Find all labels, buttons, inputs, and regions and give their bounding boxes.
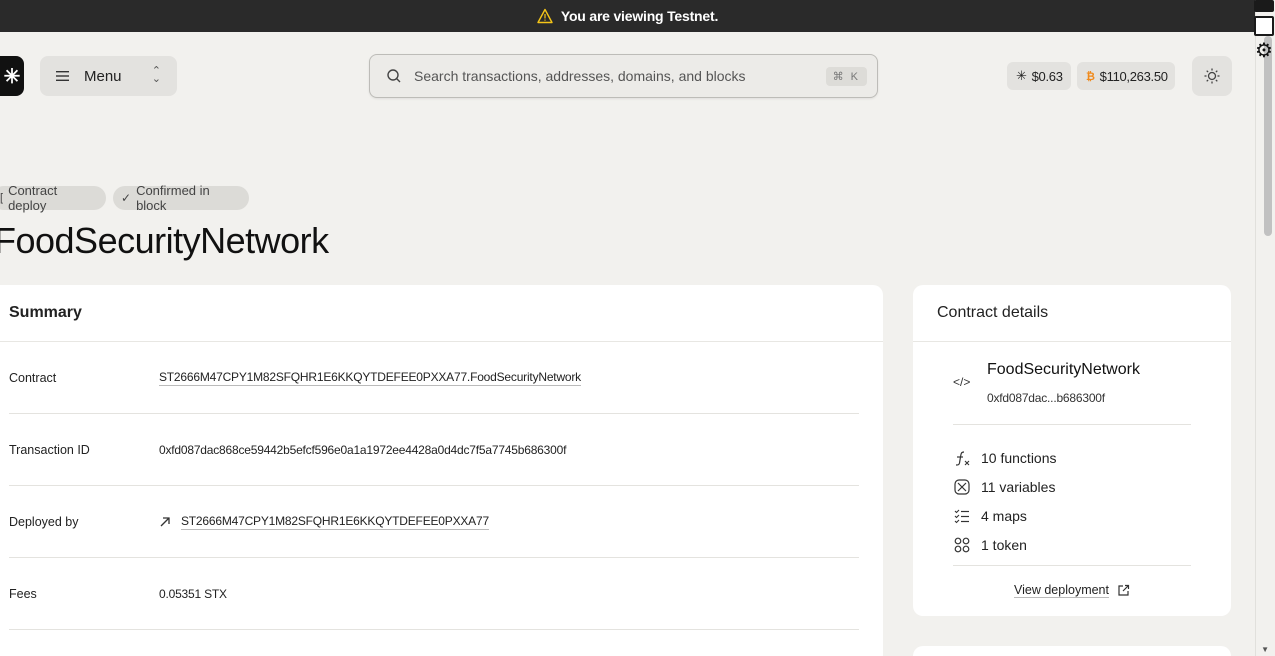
check-icon: ✓ (121, 191, 132, 205)
chevron-updown-icon: ⌃ ⌄ (151, 65, 161, 85)
summary-row-contract: Contract ST2666M47CPY1M82SFQHR1E6KKQYTDE… (9, 342, 859, 414)
scrollbar[interactable]: ▼ (1255, 0, 1275, 656)
scroll-down-arrow[interactable]: ▼ (1261, 645, 1269, 654)
contract-details-heading: Contract details (913, 285, 1231, 342)
page-title: FoodSecurityNetwork (0, 220, 329, 261)
summary-row-txid: Transaction ID 0xfd087dac868ce59442b5efc… (9, 414, 859, 486)
variables-count: 11 variables (981, 478, 1056, 495)
functions-count: 10 functions (981, 449, 1057, 466)
contract-details-card: Contract details </> FoodSecurityNetwork… (913, 285, 1231, 616)
view-deployment-link[interactable]: View deployment (913, 583, 1231, 598)
btc-price: $110,263.50 (1099, 68, 1168, 84)
arrow-up-right-icon (160, 516, 170, 526)
code-icon: </> (953, 375, 971, 389)
contract-deploy-tag: [ Contract deploy (0, 183, 106, 213)
function-icon (955, 450, 970, 466)
warning-icon (537, 8, 553, 24)
row-label: Transaction ID (9, 442, 90, 457)
deploy-icon: [ (0, 192, 4, 204)
menu-label: Menu (84, 67, 122, 85)
stat-variables: 11 variables (953, 472, 1191, 501)
btc-price-badge[interactable]: ₿ $110,263.50 (1077, 62, 1175, 90)
search-input[interactable] (414, 68, 814, 84)
tag-type-label: Contract deploy (8, 183, 58, 213)
floating-toolbar: ⚙ (1253, 0, 1275, 72)
summary-row-deployer: Deployed by ST2666M47CPY1M82SFQHR1E6KKQY… (9, 486, 859, 558)
deployer-address-link[interactable]: ST2666M47CPY1M82SFQHR1E6KKQYTDEFEE0PXXA7… (181, 514, 489, 530)
row-label: Deployed by (9, 514, 79, 529)
status-badge: ✓ Confirmed in block (113, 183, 249, 213)
maps-count: 4 maps (981, 507, 1027, 524)
summary-card: Summary Contract ST2666M47CPY1M82SFQHR1E… (0, 285, 883, 656)
stacks-logo[interactable]: ✳ (0, 56, 24, 96)
record-icon[interactable] (1254, 0, 1274, 12)
gear-icon[interactable]: ⚙ (1254, 40, 1274, 62)
summary-heading: Summary (0, 285, 883, 342)
stx-price: $0.63 (1031, 68, 1063, 84)
fees-value: 0.05351 STX (159, 586, 227, 601)
sun-icon (1204, 68, 1220, 84)
banner-text: You are viewing Testnet. (560, 8, 719, 24)
transaction-id-value: 0xfd087dac868ce59442b5efcf596e0a1a1972ee… (159, 442, 567, 457)
contract-stats: 10 functions 11 variables 4 maps 1 token (953, 443, 1191, 566)
list-check-icon (954, 509, 969, 523)
bitcoin-icon: ₿ (1086, 71, 1095, 83)
variable-icon (954, 478, 970, 495)
hamburger-icon (56, 71, 69, 81)
tokens-count: 1 token (981, 536, 1027, 553)
search-icon (387, 69, 401, 83)
theme-toggle-button[interactable] (1192, 56, 1232, 96)
contract-link[interactable]: ST2666M47CPY1M82SFQHR1E6KKQYTDEFEE0PXXA7… (159, 370, 581, 386)
contract-hash: 0xfd087dac...b686300f (987, 391, 1105, 405)
stat-tokens: 1 token (953, 530, 1191, 559)
shortcut-hint: ⌘ K (825, 66, 867, 86)
stat-functions: 10 functions (953, 443, 1191, 472)
row-label: Contract (9, 370, 57, 385)
menu-button[interactable]: Menu ⌃ ⌄ (40, 56, 177, 96)
token-icon (954, 537, 970, 552)
stat-maps: 4 maps (953, 501, 1191, 530)
tag-status-label: Confirmed in block (136, 183, 210, 213)
row-label: Fees (9, 586, 37, 601)
stx-price-badge[interactable]: ✳ $0.63 (1007, 62, 1071, 90)
windows-icon[interactable] (1254, 16, 1274, 36)
contract-identity: </> FoodSecurityNetwork 0xfd087dac...b68… (953, 359, 1191, 425)
stx-icon: ✳ (1016, 68, 1027, 83)
summary-row-fees: Fees 0.05351 STX (9, 558, 859, 630)
contract-name: FoodSecurityNetwork (987, 361, 1140, 378)
testnet-banner: You are viewing Testnet. (0, 0, 1255, 32)
view-deployment-label: View deployment (1014, 583, 1109, 598)
search-bar[interactable]: ⌘ K (369, 54, 878, 98)
external-link-icon (1118, 584, 1130, 596)
secondary-card (913, 646, 1231, 656)
